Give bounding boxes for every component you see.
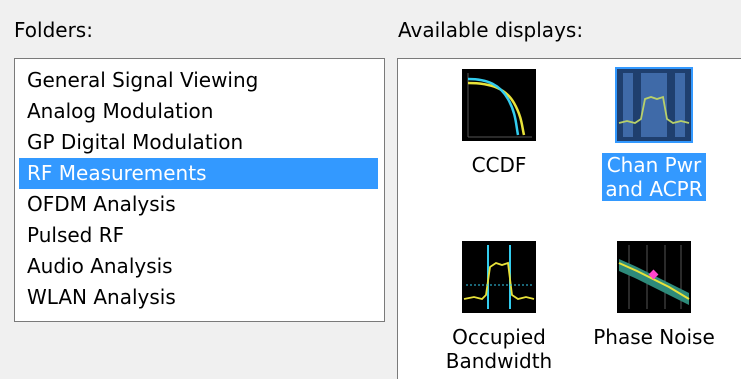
available-displays-label: Available displays:: [398, 18, 584, 42]
ccdf-icon: [462, 69, 536, 141]
display-caption: Occupied Bandwidth: [445, 325, 553, 373]
folder-item-gp-digital-modulation[interactable]: GP Digital Modulation: [19, 127, 378, 158]
folder-item-analog-modulation[interactable]: Analog Modulation: [19, 96, 378, 127]
chan-pwr-acpr-icon: [615, 67, 693, 143]
display-tile-occupied-bandwidth[interactable]: Occupied Bandwidth: [419, 241, 579, 373]
folders-listbox[interactable]: General Signal Viewing Analog Modulation…: [14, 58, 385, 322]
display-caption: Phase Noise: [593, 325, 715, 349]
folder-item-audio-analysis[interactable]: Audio Analysis: [19, 251, 378, 282]
display-tile-ccdf[interactable]: CCDF: [419, 69, 579, 177]
display-caption: Chan Pwr and ACPR: [602, 153, 706, 201]
folder-item-rf-measurements[interactable]: RF Measurements: [19, 158, 378, 189]
occupied-bandwidth-icon: [462, 241, 536, 313]
folder-item-pulsed-rf[interactable]: Pulsed RF: [19, 220, 378, 251]
available-displays-panel: CCDF Chan Pwr and ACPR Occupied Bandwidt…: [397, 58, 741, 379]
display-caption: CCDF: [471, 153, 527, 177]
folder-item-ofdm-analysis[interactable]: OFDM Analysis: [19, 189, 378, 220]
phase-noise-icon: [617, 241, 691, 313]
display-tile-phase-noise[interactable]: Phase Noise: [574, 241, 734, 349]
folder-item-general-signal-viewing[interactable]: General Signal Viewing: [19, 65, 378, 96]
folder-item-wlan-analysis[interactable]: WLAN Analysis: [19, 282, 378, 313]
display-tile-chan-pwr-acpr[interactable]: Chan Pwr and ACPR: [574, 67, 734, 201]
folders-label: Folders:: [14, 18, 93, 42]
